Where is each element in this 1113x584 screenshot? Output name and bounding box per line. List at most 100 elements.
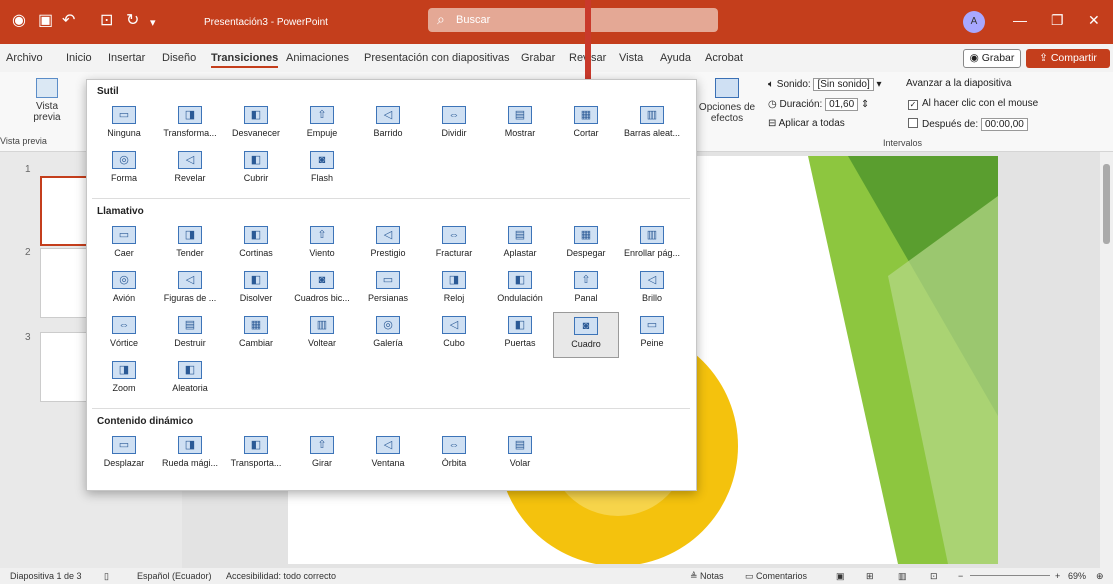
transition-llamativo-27[interactable]: ◨ Zoom (91, 357, 157, 403)
transition-llamativo-14[interactable]: ◨ Reloj (421, 267, 487, 313)
transition-llamativo-21[interactable]: ▥ Voltear (289, 312, 355, 358)
transition-llamativo-23[interactable]: ◁ Cubo (421, 312, 487, 358)
tab-animaciones[interactable]: Animaciones (286, 52, 349, 64)
transition-llamativo-9[interactable]: ◎ Avión (91, 267, 157, 313)
transition-sutil-0[interactable]: ▭ Ninguna (91, 102, 157, 148)
sound-select[interactable]: [Sin sonido] (813, 78, 874, 91)
tab-grabar[interactable]: Grabar (521, 52, 555, 64)
tab-vista[interactable]: Vista (619, 52, 643, 64)
tab-transiciones[interactable]: Transiciones (211, 52, 279, 68)
transition-llamativo-0[interactable]: ▭ Caer (91, 222, 157, 268)
record-button[interactable]: ◉ Grabar (963, 49, 1021, 68)
on-click-checkbox-row[interactable]: ✓ Al hacer clic con el mouse (908, 98, 1038, 110)
fit-slide-icon[interactable]: ⊕ (1096, 571, 1104, 582)
customize-toolbar-icon[interactable]: ▾ (150, 15, 156, 31)
transition-sutil-6[interactable]: ▤ Mostrar (487, 102, 553, 148)
transition-llamativo-10[interactable]: ◁ Figuras de ... (157, 267, 223, 313)
language-indicator[interactable]: Español (Ecuador) (137, 571, 212, 581)
transition-llamativo-26[interactable]: ▭ Peine (619, 312, 685, 358)
transition-llamativo-22[interactable]: ◎ Galería (355, 312, 421, 358)
present-icon[interactable]: ⊡ (100, 13, 113, 29)
tab-presentacion[interactable]: Presentación con diapositivas (364, 52, 510, 64)
preview-button[interactable]: Vista previa (26, 78, 68, 123)
transition-llamativo-8[interactable]: ▥ Enrollar pág... (619, 222, 685, 268)
reading-view-icon[interactable]: ▥ (898, 571, 907, 582)
transition-llamativo-3[interactable]: ⇧ Viento (289, 222, 355, 268)
transition-sutil-11[interactable]: ◧ Cubrir (223, 147, 289, 193)
undo-icon[interactable]: ↶ (62, 13, 75, 29)
transition-llamativo-17[interactable]: ◁ Brillo (619, 267, 685, 313)
transition-dinamico-6[interactable]: ▤ Volar (487, 432, 553, 478)
tab-acrobat[interactable]: Acrobat (705, 52, 743, 64)
effect-options-button[interactable]: Opciones de efectos (696, 78, 758, 124)
duration-spinner-icon[interactable]: ⇕ (861, 99, 869, 110)
save-icon[interactable]: ▣ (38, 13, 53, 29)
share-button[interactable]: ⇪ Compartir (1026, 49, 1110, 68)
after-time-field[interactable]: 00:00,00 (980, 118, 1028, 131)
zoom-slider[interactable] (970, 575, 1050, 576)
spellcheck-icon[interactable]: ▯ (104, 571, 109, 582)
zoom-out-icon[interactable]: − (958, 571, 963, 581)
close-icon[interactable]: ✕ (1088, 12, 1100, 29)
transition-sutil-2[interactable]: ◧ Desvanecer (223, 102, 289, 148)
tab-diseno[interactable]: Diseño (162, 52, 196, 64)
normal-view-icon[interactable]: ▣ (836, 571, 845, 582)
transition-sutil-5[interactable]: ⇔ Dividir (421, 102, 487, 148)
transition-sutil-1[interactable]: ◨ Transforma... (157, 102, 223, 148)
avatar[interactable]: A (963, 11, 985, 33)
after-checkbox-row[interactable]: Después de: 00:00,00 (908, 118, 1028, 131)
transition-dinamico-2[interactable]: ◧ Transporta... (223, 432, 289, 478)
transition-sutil-3[interactable]: ⇧ Empuje (289, 102, 355, 148)
transition-llamativo-28[interactable]: ◧ Aleatoria (157, 357, 223, 403)
notes-button[interactable]: ≜ Notas (690, 571, 724, 582)
transition-llamativo-12[interactable]: ◙ Cuadros bic... (289, 267, 355, 313)
zoom-in-icon[interactable]: + (1055, 571, 1060, 581)
transition-llamativo-25[interactable]: ◙ Cuadro (553, 312, 619, 358)
transition-llamativo-16[interactable]: ⇧ Panal (553, 267, 619, 313)
transition-sutil-8[interactable]: ▥ Barras aleat... (619, 102, 685, 148)
transition-llamativo-20[interactable]: ▦ Cambiar (223, 312, 289, 358)
apply-all-button[interactable]: ⊟ Aplicar a todas (768, 118, 845, 129)
transition-llamativo-18[interactable]: ⇔ Vórtice (91, 312, 157, 358)
slide-sorter-icon[interactable]: ⊞ (866, 571, 874, 582)
search-box[interactable]: ⌕ Buscar (428, 8, 718, 32)
tab-ayuda[interactable]: Ayuda (660, 52, 691, 64)
zoom-level[interactable]: 69% (1068, 571, 1086, 581)
transition-sutil-12[interactable]: ◙ Flash (289, 147, 355, 193)
transition-llamativo-24[interactable]: ◧ Puertas (487, 312, 553, 358)
duration-field[interactable]: 01,60 (825, 98, 859, 111)
transition-sutil-4[interactable]: ◁ Barrido (355, 102, 421, 148)
scrollbar-thumb[interactable] (1103, 164, 1110, 244)
transition-llamativo-7[interactable]: ▦ Despegar (553, 222, 619, 268)
comments-button[interactable]: ▭ Comentarios (745, 571, 807, 582)
transition-dinamico-4[interactable]: ◁ Ventana (355, 432, 421, 478)
slideshow-icon[interactable]: ⊡ (930, 571, 938, 582)
transition-label: Transporta... (230, 458, 282, 468)
transition-llamativo-6[interactable]: ▤ Aplastar (487, 222, 553, 268)
transition-llamativo-5[interactable]: ⇔ Fracturar (421, 222, 487, 268)
tab-archivo[interactable]: Archivo (6, 52, 43, 64)
minimize-icon[interactable]: — (1013, 12, 1027, 28)
transition-sutil-7[interactable]: ▦ Cortar (553, 102, 619, 148)
redo-icon[interactable]: ↻ (126, 13, 139, 29)
tab-inicio[interactable]: Inicio (66, 52, 92, 64)
transition-llamativo-11[interactable]: ◧ Disolver (223, 267, 289, 313)
after-checkbox[interactable] (908, 118, 918, 128)
transition-llamativo-13[interactable]: ▭ Persianas (355, 267, 421, 313)
transition-sutil-10[interactable]: ◁ Revelar (157, 147, 223, 193)
restore-icon[interactable]: ❐ (1051, 12, 1064, 29)
transition-dinamico-1[interactable]: ◨ Rueda mági... (157, 432, 223, 478)
on-click-checkbox[interactable]: ✓ (908, 100, 918, 110)
sound-dropdown-icon[interactable]: ▾ (877, 79, 882, 90)
transition-dinamico-3[interactable]: ⇧ Girar (289, 432, 355, 478)
transition-sutil-9[interactable]: ◎ Forma (91, 147, 157, 193)
transition-llamativo-15[interactable]: ◧ Ondulación (487, 267, 553, 313)
transition-dinamico-5[interactable]: ⇔ Órbita (421, 432, 487, 478)
accessibility-status[interactable]: Accesibilidad: todo correcto (226, 571, 336, 581)
transition-llamativo-4[interactable]: ◁ Prestigio (355, 222, 421, 268)
transition-dinamico-0[interactable]: ▭ Desplazar (91, 432, 157, 478)
tab-insertar[interactable]: Insertar (108, 52, 145, 64)
transition-llamativo-2[interactable]: ◧ Cortinas (223, 222, 289, 268)
transition-llamativo-1[interactable]: ◨ Tender (157, 222, 223, 268)
transition-llamativo-19[interactable]: ▤ Destruir (157, 312, 223, 358)
